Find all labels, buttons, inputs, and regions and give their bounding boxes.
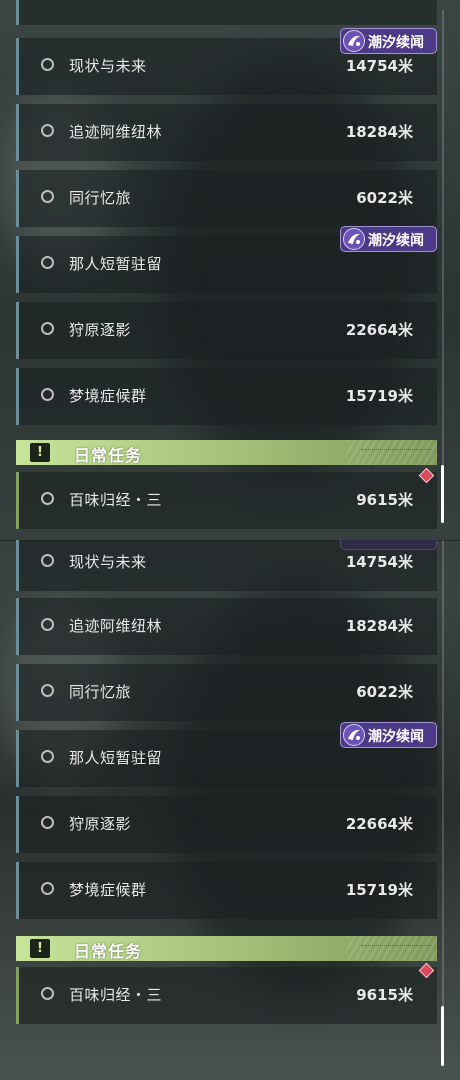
- exclamation-icon: !: [30, 939, 50, 958]
- circle-icon: [41, 816, 54, 829]
- task-distance: 18284米: [345, 123, 413, 141]
- circle-icon: [41, 388, 54, 401]
- task-name: 那人短暂驻留: [69, 749, 163, 767]
- circle-icon: [41, 618, 54, 631]
- task-row[interactable]: 狩原逐影 22664米: [16, 796, 437, 853]
- task-distance: 9615米: [356, 986, 413, 1004]
- circle-icon: [41, 684, 54, 697]
- task-row[interactable]: 追迹阿维纽林 18284米: [16, 104, 437, 161]
- task-name: 同行忆旅: [69, 189, 132, 207]
- tide-emblem-icon: [343, 30, 365, 52]
- task-row[interactable]: 梦境症候群 15719米: [16, 368, 437, 425]
- task-name: 现状与未来: [69, 553, 147, 571]
- scrollbar-thumb[interactable]: [441, 465, 444, 523]
- circle-icon: [41, 322, 54, 335]
- section-title: 日常任务: [74, 942, 143, 961]
- section-title: 日常任务: [74, 446, 143, 465]
- circle-icon: [41, 190, 54, 203]
- task-row[interactable]: 同行忆旅 6022米: [16, 664, 437, 721]
- task-name: 梦境症候群: [69, 387, 147, 405]
- task-name: 追迹阿维纽林: [69, 123, 163, 141]
- badge-label: 潮汐续闻: [368, 35, 424, 51]
- task-distance: 22664米: [345, 321, 413, 339]
- task-panel-top: 现状与未来 14754米 潮汐续闻 追迹阿维纽林 18284米 同行忆旅 602…: [0, 0, 460, 540]
- task-panel-bottom: 现状与未来 14754米 追迹阿维纽林 18284米 同行忆旅 6022米 那人…: [0, 540, 460, 1080]
- circle-icon: [41, 882, 54, 895]
- task-name: 百味归经・三: [69, 986, 163, 1004]
- tide-story-badge: 潮汐续闻: [340, 28, 437, 54]
- header-decoration: [361, 449, 431, 456]
- task-name: 追迹阿维纽林: [69, 617, 163, 635]
- task-name: 梦境症候群: [69, 881, 147, 899]
- scrollbar-track[interactable]: [442, 10, 444, 522]
- task-name: 那人短暂驻留: [69, 255, 163, 273]
- task-distance: 14754米: [345, 57, 413, 75]
- daily-task-row[interactable]: 百味归经・三 9615米: [16, 967, 437, 1024]
- header-decoration: [361, 945, 431, 952]
- task-row[interactable]: 现状与未来 14754米: [16, 540, 437, 591]
- tide-story-badge: 潮汐续闻: [340, 226, 437, 252]
- task-distance: 9615米: [356, 491, 413, 509]
- circle-icon: [41, 58, 54, 71]
- circle-icon: [41, 124, 54, 137]
- circle-icon: [41, 492, 54, 505]
- task-distance: 14754米: [345, 553, 413, 571]
- task-name: 百味归经・三: [69, 491, 163, 509]
- tide-story-badge: 潮汐续闻: [340, 722, 437, 748]
- daily-tasks-header[interactable]: ! 日常任务: [16, 440, 437, 465]
- task-distance: 6022米: [356, 683, 413, 701]
- task-distance: 15719米: [345, 387, 413, 405]
- task-row[interactable]: 梦境症候群 15719米: [16, 862, 437, 919]
- task-row-partial[interactable]: [16, 0, 437, 25]
- badge-label: 潮汐续闻: [368, 729, 424, 745]
- badge-label: 潮汐续闻: [368, 233, 424, 249]
- task-name: 狩原逐影: [69, 815, 132, 833]
- daily-task-row[interactable]: 百味归经・三 9615米: [16, 472, 437, 529]
- task-name: 同行忆旅: [69, 683, 132, 701]
- circle-icon: [41, 987, 54, 1000]
- task-distance: 6022米: [356, 189, 413, 207]
- exclamation-icon: !: [30, 443, 50, 462]
- task-distance: 22664米: [345, 815, 413, 833]
- circle-icon: [41, 256, 54, 269]
- daily-tasks-header[interactable]: ! 日常任务: [16, 936, 437, 961]
- tide-emblem-icon: [343, 228, 365, 250]
- task-row[interactable]: 同行忆旅 6022米: [16, 170, 437, 227]
- circle-icon: [41, 750, 54, 763]
- task-name: 现状与未来: [69, 57, 147, 75]
- scrollbar-track[interactable]: [442, 540, 444, 1065]
- task-name: 狩原逐影: [69, 321, 132, 339]
- tide-emblem-icon: [343, 724, 365, 746]
- scrollbar-thumb[interactable]: [441, 1006, 444, 1066]
- task-distance: 18284米: [345, 617, 413, 635]
- task-distance: 15719米: [345, 881, 413, 899]
- task-row[interactable]: 追迹阿维纽林 18284米: [16, 598, 437, 655]
- circle-icon: [41, 554, 54, 567]
- task-row[interactable]: 狩原逐影 22664米: [16, 302, 437, 359]
